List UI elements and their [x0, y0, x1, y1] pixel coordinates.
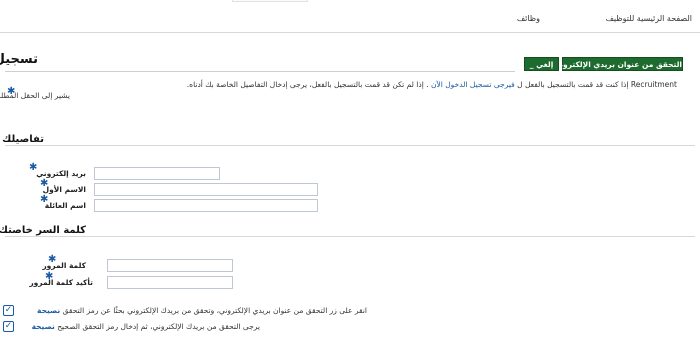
first-name-field[interactable]	[94, 183, 318, 196]
email-field[interactable]	[94, 167, 220, 180]
tab-jobs[interactable]: وظائف	[517, 14, 540, 23]
check-icon: ✓	[3, 305, 14, 316]
tip-label: نصيحة	[37, 306, 61, 315]
hint-enter-code: يرجى التحقق من بريدك الإلكتروني، ثم إدخا…	[32, 322, 260, 331]
cancel-button[interactable]: إلغي _	[524, 57, 559, 71]
password-label: كلمة المرور	[42, 261, 86, 270]
section-title-password: كلمة السر خاصتك	[0, 225, 86, 236]
tip-label: نصيحة	[31, 322, 55, 331]
required-note: يشير إلى الحقل المطلوب	[0, 91, 70, 100]
password-field[interactable]	[107, 259, 233, 272]
page-title: تسجيل	[0, 52, 38, 67]
sign-in-link[interactable]: فيرجى تسجيل الدخول الآن	[431, 80, 515, 89]
intro-before-link: Recruitment إذا كنت قد قمت بالتسجيل بالف…	[517, 80, 677, 89]
section-title-details: تفاصيلك	[2, 134, 44, 145]
hint-verify-click: انقر على زر التحقق من عنوان بريدي الإلكت…	[37, 306, 367, 315]
intro-text: Recruitment إذا كنت قد قمت بالتسجيل بالف…	[7, 80, 677, 90]
hint-text: انقر على زر التحقق من عنوان بريدي الإلكت…	[62, 306, 367, 315]
intro-after-link: . إذا لم تكن قد قمت بالتسجيل بالفعل، يرج…	[186, 80, 429, 89]
section-divider	[5, 145, 695, 146]
last-name-field[interactable]	[94, 199, 318, 212]
hint-text: يرجى التحقق من بريدك الإلكتروني، ثم إدخا…	[57, 322, 260, 331]
verify-email-button[interactable]: التحقق من عنوان بريدي الإلكتروني	[553, 57, 683, 71]
header-logo-area	[232, 0, 308, 2]
confirm-password-label: تأكيد كلمة المرور	[29, 278, 93, 287]
email-label: بريد إلكتروني	[36, 169, 86, 178]
title-divider	[5, 71, 515, 72]
tab-recruiting-home[interactable]: الصفحة الرئيسية للتوظيف	[606, 14, 692, 23]
confirm-password-field[interactable]	[107, 276, 233, 289]
top-navigation: وظائف الصفحة الرئيسية للتوظيف	[0, 0, 700, 33]
section-divider	[5, 236, 695, 237]
check-icon: ✓	[3, 321, 14, 332]
first-name-label: الاسم الأول	[42, 185, 86, 194]
last-name-label: اسم العائلة	[44, 201, 86, 210]
